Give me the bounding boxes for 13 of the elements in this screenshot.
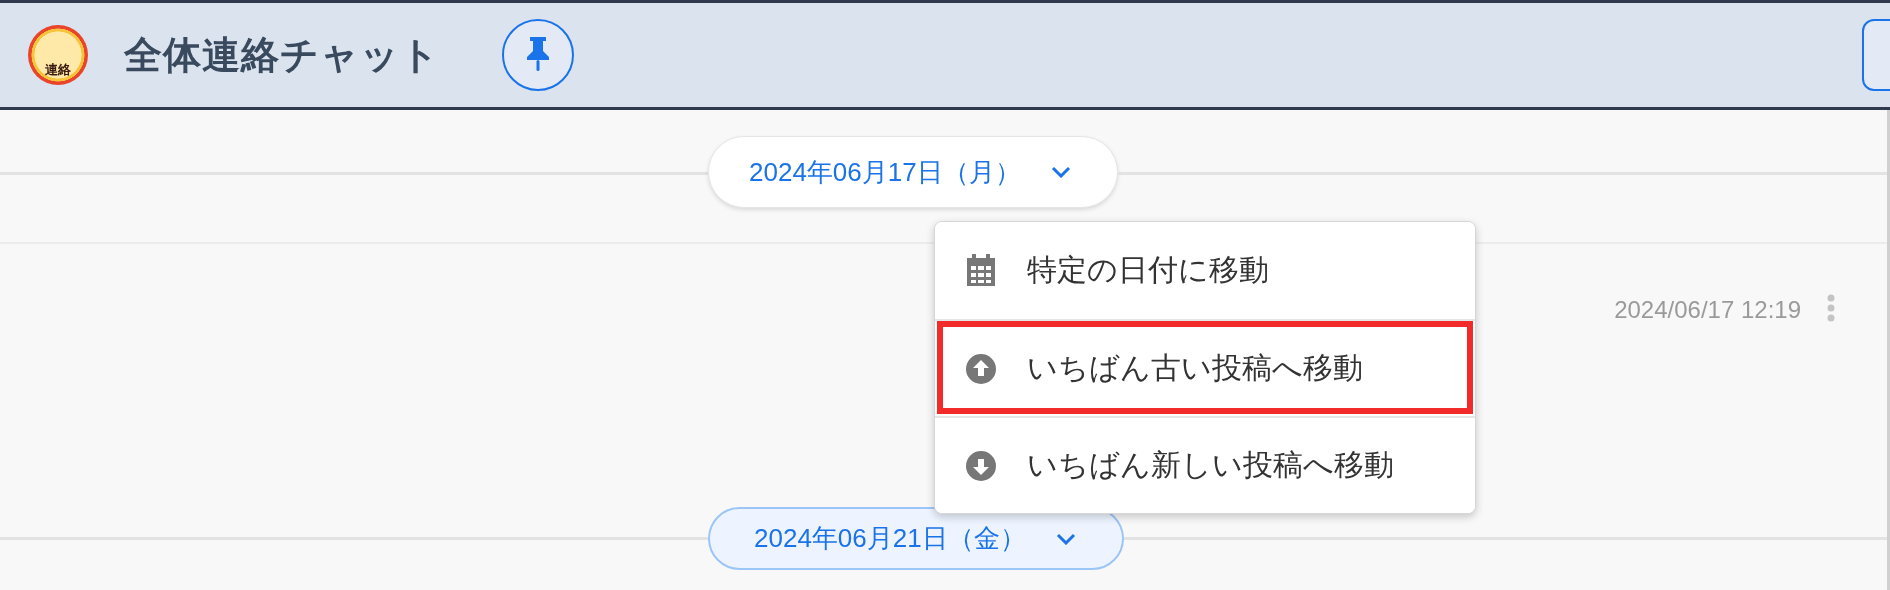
chevron-down-icon [1050,166,1071,178]
menu-item[interactable]: いちばん古い投稿へ移動 [935,319,1475,416]
menu-item[interactable]: いちばん新しい投稿へ移動 [935,416,1475,513]
arrow-up-circle-icon [965,352,997,385]
arrow-down-circle-icon [965,449,997,482]
menu-item[interactable]: 特定の日付に移動 [935,222,1475,319]
chat-title: 全体連絡チャット [124,32,440,78]
logo: 連絡 [28,25,88,85]
date-dropdown[interactable]: 2024年06月21日（金） [708,507,1124,570]
date-dropdown[interactable]: 2024年06月17日（月） [708,136,1118,208]
calendar-icon [965,253,997,288]
message-timestamp: 2024/06/17 12:19 [1614,295,1801,325]
chevron-down-icon [1055,532,1076,545]
